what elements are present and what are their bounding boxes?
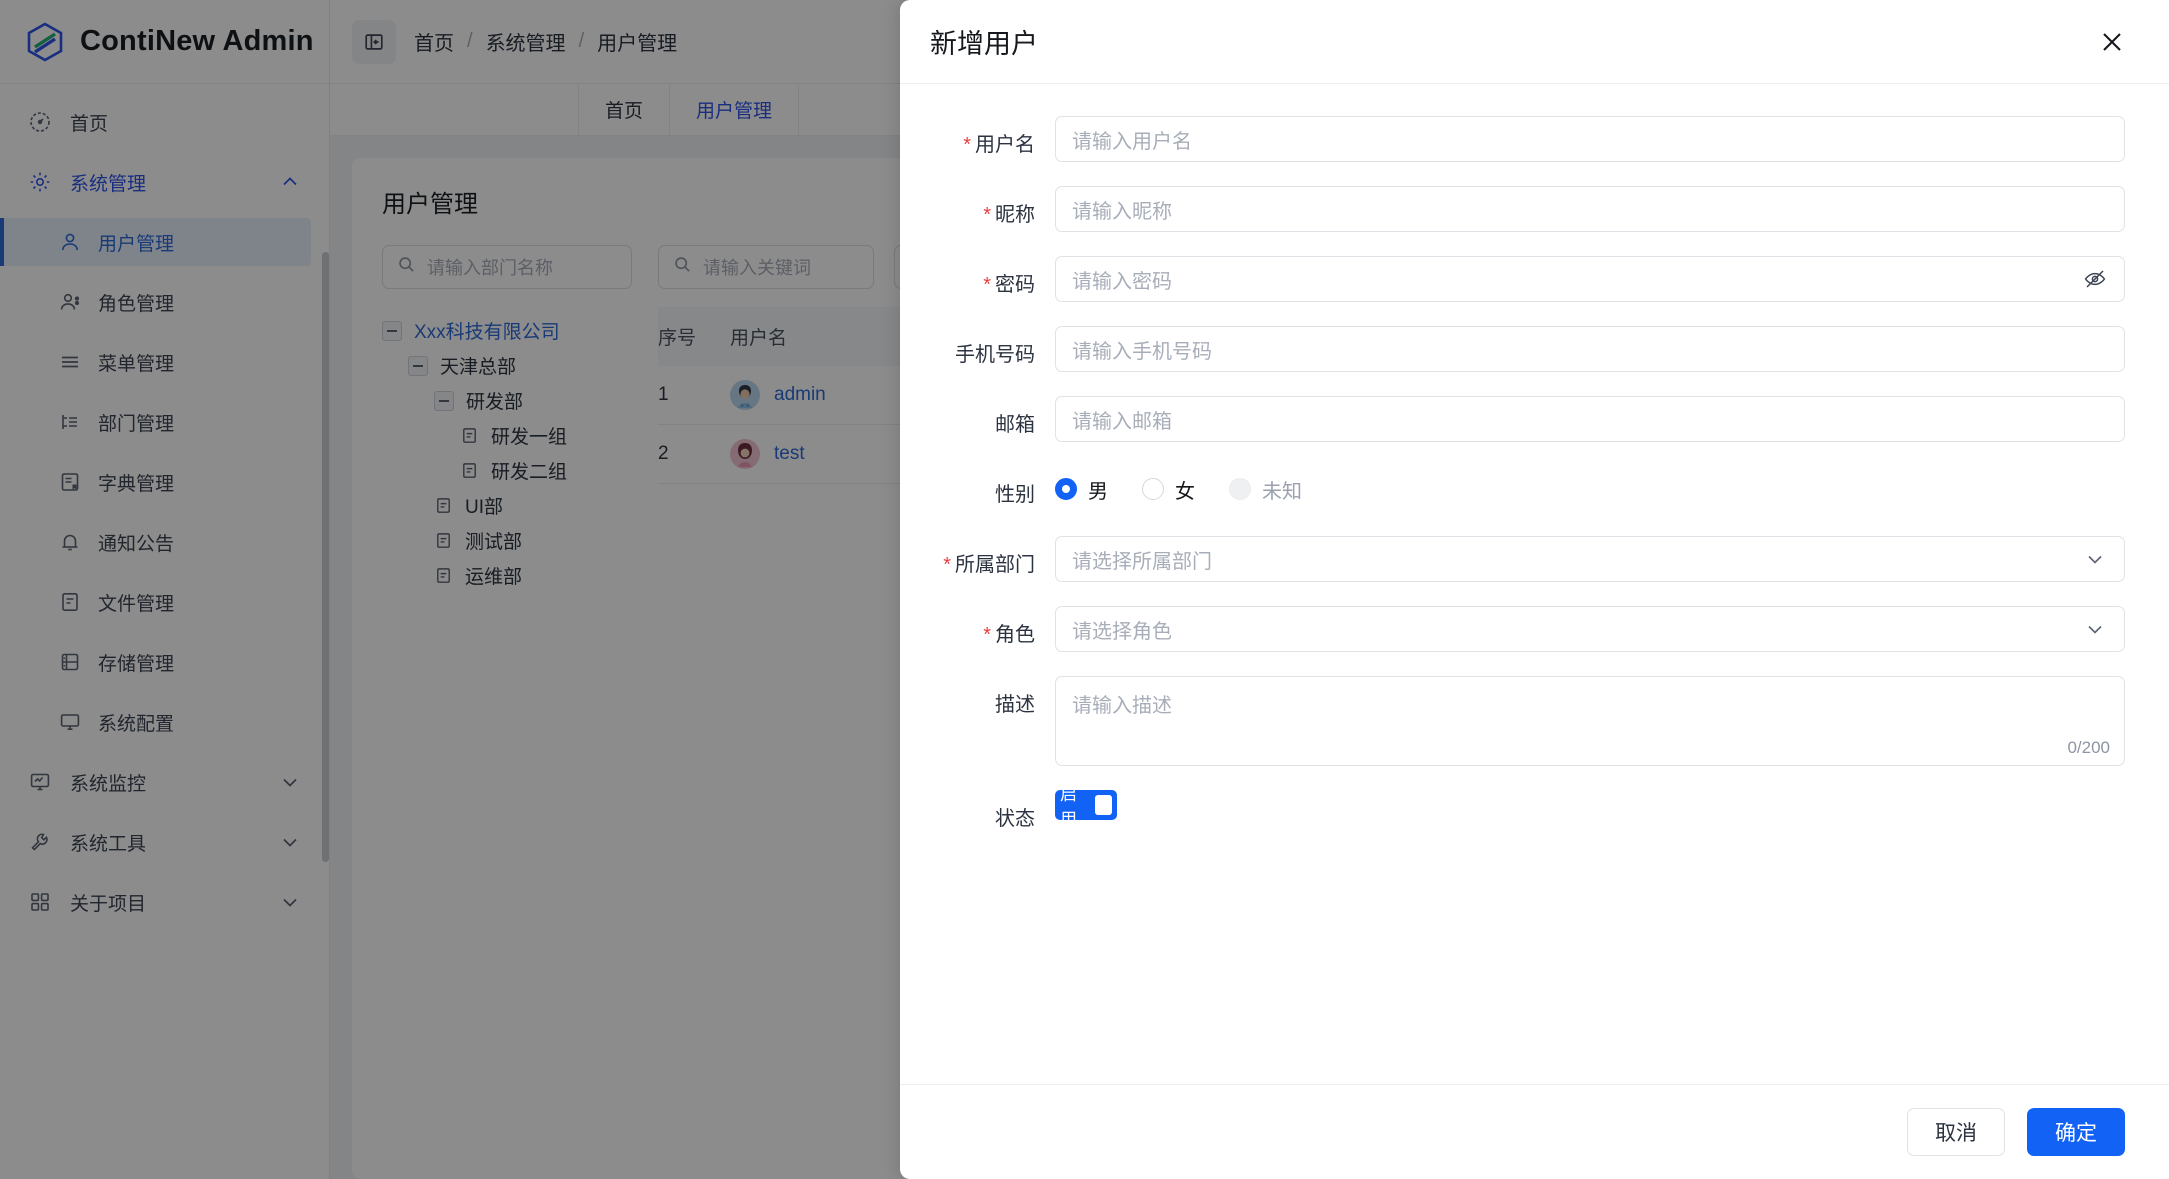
- drawer-title: 新增用户: [930, 29, 1038, 59]
- gender-option-label: 女: [1175, 480, 1195, 503]
- gender-option-unknown: 未知: [1229, 475, 1302, 504]
- confirm-button[interactable]: 确定: [2027, 1108, 2125, 1156]
- add-user-drawer: 新增用户 * 用户名 请输入用户名 * 昵称 请输入昵称 * 密码 请输入密码 …: [900, 0, 2169, 1179]
- label-description: 描述: [995, 694, 1035, 716]
- label-phone: 手机号码: [955, 344, 1035, 366]
- character-counter: 0/200: [2067, 738, 2110, 757]
- field-row-email: 邮箱 请输入邮箱: [900, 396, 2125, 442]
- required-marker: *: [983, 274, 991, 296]
- email-placeholder: 请输入邮箱: [1072, 410, 1172, 433]
- required-marker: *: [983, 624, 991, 646]
- required-marker: *: [983, 204, 991, 226]
- gender-option-male[interactable]: 男: [1055, 475, 1108, 504]
- field-row-nickname: * 昵称 请输入昵称: [900, 186, 2125, 232]
- label-email: 邮箱: [995, 414, 1035, 436]
- description-textarea[interactable]: 请输入描述 0/200: [1055, 676, 2125, 766]
- drawer-header: 新增用户: [900, 0, 2169, 84]
- label-username: * 用户名: [963, 134, 1035, 156]
- field-row-status: 状态 启用: [900, 785, 2125, 831]
- field-row-phone: 手机号码 请输入手机号码: [900, 326, 2125, 372]
- username-placeholder: 请输入用户名: [1072, 130, 1192, 153]
- radio-unselected-icon: [1142, 478, 1164, 500]
- email-input[interactable]: 请输入邮箱: [1055, 396, 2125, 442]
- status-switch-label: 启用: [1060, 785, 1077, 829]
- phone-input[interactable]: 请输入手机号码: [1055, 326, 2125, 372]
- label-gender: 性别: [995, 484, 1035, 506]
- eye-off-icon[interactable]: [2082, 266, 2108, 292]
- username-input[interactable]: 请输入用户名: [1055, 116, 2125, 162]
- gender-option-female[interactable]: 女: [1142, 475, 1195, 504]
- description-placeholder: 请输入描述: [1072, 695, 1172, 717]
- label-department: * 所属部门: [943, 554, 1035, 576]
- field-row-gender: 性别 男 女 未知: [900, 466, 2125, 512]
- nickname-input[interactable]: 请输入昵称: [1055, 186, 2125, 232]
- field-row-role: * 角色 请选择角色: [900, 606, 2125, 652]
- password-input[interactable]: 请输入密码: [1055, 256, 2125, 302]
- field-row-description: 描述 请输入描述 0/200: [900, 676, 2125, 766]
- status-toggle-switch[interactable]: 启用: [1055, 785, 1117, 829]
- cancel-button[interactable]: 取消: [1907, 1108, 2005, 1156]
- chevron-down-icon: [2082, 546, 2108, 572]
- role-select[interactable]: 请选择角色: [1055, 606, 2125, 652]
- role-placeholder: 请选择角色: [1072, 620, 1172, 643]
- label-status: 状态: [995, 808, 1035, 830]
- phone-placeholder: 请输入手机号码: [1072, 340, 1212, 363]
- drawer-footer: 取消 确定: [900, 1084, 2169, 1179]
- chevron-down-icon: [2082, 616, 2108, 642]
- label-password: * 密码: [983, 274, 1035, 296]
- required-marker: *: [943, 554, 951, 576]
- field-row-password: * 密码 请输入密码: [900, 256, 2125, 302]
- field-row-department: * 所属部门 请选择所属部门: [900, 536, 2125, 582]
- switch-knob: [1094, 795, 1112, 815]
- gender-radio-group: 男 女 未知: [1055, 466, 2125, 512]
- department-select[interactable]: 请选择所属部门: [1055, 536, 2125, 582]
- required-marker: *: [963, 134, 971, 156]
- label-nickname: * 昵称: [983, 204, 1035, 226]
- drawer-body: * 用户名 请输入用户名 * 昵称 请输入昵称 * 密码 请输入密码 手机号码 …: [900, 84, 2169, 1084]
- gender-option-label: 未知: [1262, 480, 1302, 503]
- department-placeholder: 请选择所属部门: [1072, 550, 1212, 573]
- gender-option-label: 男: [1088, 480, 1108, 503]
- radio-selected-icon: [1055, 478, 1077, 500]
- close-icon[interactable]: [2097, 27, 2127, 57]
- label-role: * 角色: [983, 624, 1035, 646]
- password-placeholder: 请输入密码: [1072, 270, 1172, 293]
- nickname-placeholder: 请输入昵称: [1072, 200, 1172, 223]
- field-row-username: * 用户名 请输入用户名: [900, 116, 2125, 162]
- radio-disabled-icon: [1229, 478, 1251, 500]
